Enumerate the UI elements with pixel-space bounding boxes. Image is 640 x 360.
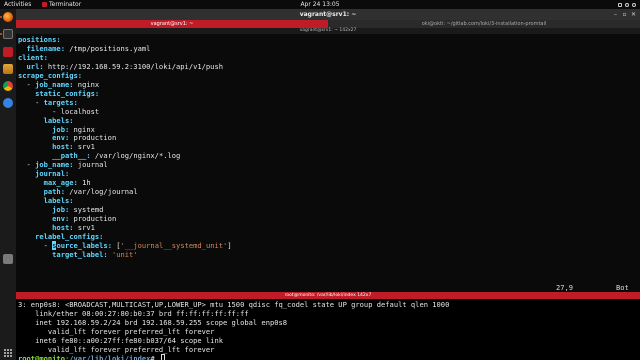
prompt-symbol: # — [150, 354, 159, 360]
close-icon[interactable]: ✕ — [630, 11, 637, 18]
help-icon[interactable] — [3, 98, 13, 108]
system-tray[interactable] — [618, 0, 636, 9]
editor-token: relabel_configs: — [18, 231, 104, 241]
editor-token: journal: — [18, 169, 70, 179]
activities-button[interactable]: Activities — [4, 0, 31, 9]
editor-token: scrape_configs: — [18, 70, 83, 80]
editor-token: 1h — [77, 178, 91, 188]
dock — [0, 9, 16, 360]
prompt-user: root@monito — [18, 354, 65, 360]
editor-token: target_label: — [18, 249, 108, 259]
files-icon[interactable] — [3, 64, 13, 74]
volume-icon — [625, 2, 629, 7]
tab-label: vagrant@srv1: ~ — [150, 21, 194, 27]
editor-token: static_configs: — [18, 88, 100, 98]
editor-token: nginx — [69, 124, 95, 134]
editor-token: labels: — [18, 196, 74, 206]
editor-token: path: — [18, 187, 65, 197]
editor-token: job_name: — [35, 160, 74, 170]
shell-output-line: link/ether 08:00:27:80:b0:37 brd ff:ff:f… — [18, 309, 249, 318]
editor-token: client: — [18, 52, 48, 62]
tab-label: oki@okti: ~/gitlab.com/loki/3-installati… — [421, 21, 547, 27]
editor-token: targets: — [43, 97, 78, 107]
editor-token: '__journal__systemd_unit' — [120, 240, 228, 250]
running-indicator — [0, 33, 2, 35]
window-title: vagrant@srv1: ~ — [299, 11, 357, 18]
editor-token: env: — [18, 133, 70, 143]
terminal-icon[interactable] — [3, 29, 13, 39]
editor-token: - localhost — [18, 106, 100, 116]
editor-token: env: — [18, 214, 70, 223]
editor-token: [ — [111, 240, 121, 250]
prompt-path: /var/lib/loki/index — [69, 354, 151, 360]
editor-line: target_label: 'unit' — [18, 249, 138, 260]
editor-token: - — [18, 79, 36, 89]
clock[interactable]: Apr 24 13:05 — [300, 0, 340, 9]
tab-vagrant-srv1[interactable]: vagrant@srv1: ~ — [16, 20, 328, 28]
rhythmbox-icon[interactable] — [3, 47, 13, 57]
shell-output-line: inet6 fe80::a00:27ff:fe80:b037/64 scope … — [18, 336, 223, 345]
editor-token: ] — [227, 240, 232, 250]
window-titlebar[interactable]: vagrant@srv1: ~ – ▫ ✕ — [16, 9, 640, 20]
minimize-icon[interactable]: – — [612, 11, 619, 18]
power-icon — [632, 2, 636, 7]
pane-title-bar: vagrant@srv1: ~ oki@okti: ~/gitlab.com/l… — [16, 20, 640, 28]
editor-token: /var/log/nginx/*.log — [90, 151, 181, 161]
editor-token: positions: — [18, 35, 61, 44]
shell-cursor — [160, 354, 165, 360]
terminator-window: vagrant@srv1: ~ – ▫ ✕ vagrant@srv1: ~ ok… — [16, 9, 640, 360]
editor-token: journal — [73, 160, 108, 170]
running-indicator — [0, 16, 2, 18]
app-name-label: Terminator — [49, 1, 82, 8]
editor-token: production — [69, 133, 117, 143]
editor-token: filename: — [18, 43, 65, 53]
editor-token: labels: — [18, 115, 74, 125]
split-pane-title: root@monito: /var/lib/loki/index 142x7 — [16, 292, 640, 299]
editor-token: 'unit' — [111, 249, 138, 259]
editor-token: url: — [18, 61, 44, 71]
firefox-icon[interactable] — [3, 12, 13, 22]
editor-token: job_name: — [35, 79, 74, 89]
shell-output-line: valid_lft forever preferred_lft forever — [18, 327, 215, 336]
editor-token: srv1 — [73, 142, 95, 152]
editor-token: job: — [18, 124, 70, 134]
shell-output-line: 3: enp0s8: <BROADCAST,MULTICAST,UP,LOWER… — [18, 300, 450, 309]
shell-output-line: valid_lft forever preferred_lft forever — [18, 345, 215, 354]
editor-token: host: — [18, 142, 74, 152]
shell-output-line: inet 192.168.59.2/24 brd 192.168.59.255 … — [18, 318, 288, 327]
shell-pane[interactable]: 3: enp0s8: <BROADCAST,MULTICAST,UP,LOWER… — [16, 299, 640, 360]
trash-icon[interactable] — [3, 254, 13, 264]
network-icon — [618, 2, 622, 7]
editor-token: systemd — [69, 205, 104, 215]
editor-token: host: — [18, 222, 74, 232]
editor-token: /tmp/positions.yaml — [64, 43, 151, 53]
editor-token: - — [18, 160, 36, 170]
editor-token: production — [69, 214, 117, 223]
maximize-icon[interactable]: ▫ — [621, 11, 628, 18]
editor-token: /var/log/journal — [64, 187, 138, 197]
tab-okti-promtail[interactable]: oki@okti: ~/gitlab.com/loki/3-installati… — [328, 20, 640, 28]
terminator-app-icon — [42, 2, 47, 7]
editor-token: srv1 — [73, 222, 95, 232]
editor-token: ource_labels: — [56, 240, 112, 250]
editor-token: nginx — [73, 79, 100, 89]
editor-token: max_age: — [18, 178, 78, 188]
top-bar: Activities Terminator Apr 24 13:05 — [0, 0, 640, 9]
chrome-icon[interactable] — [3, 81, 13, 91]
editor-token: job: — [18, 205, 70, 215]
app-menu[interactable]: Terminator — [42, 0, 81, 9]
shell-prompt[interactable]: root@monito:/var/lib/loki/index# — [18, 354, 165, 360]
vim-editor[interactable]: positions: filename: /tmp/positions.yaml… — [16, 34, 640, 292]
editor-token: - — [18, 240, 53, 250]
editor-token: __path__: — [18, 151, 91, 161]
editor-token: - — [18, 97, 44, 107]
show-applications-icon[interactable] — [4, 349, 12, 357]
editor-token: http://192.168.59.2:3100/loki/api/v1/pus… — [43, 61, 223, 71]
